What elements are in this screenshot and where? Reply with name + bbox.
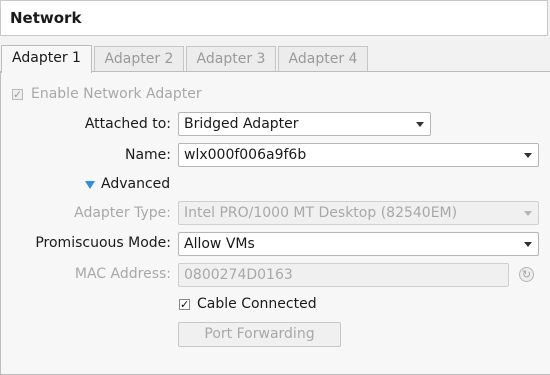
tab-label: Adapter 4 — [288, 51, 358, 67]
mac-address-label: MAC Address: — [74, 266, 171, 282]
port-forwarding-label: Port Forwarding — [204, 326, 315, 342]
adapter-tabs: Adapter 1 Adapter 2 Adapter 3 Adapter 4 — [0, 45, 550, 73]
adapter-panel: ✓ Enable Network Adapter Attached to: Br… — [0, 71, 550, 375]
refresh-icon[interactable]: ↻ — [519, 267, 534, 282]
section-title: Network — [10, 9, 82, 27]
tab-adapter-2[interactable]: Adapter 2 — [94, 46, 184, 72]
adapter-type-label: Adapter Type: — [74, 205, 171, 221]
chevron-down-icon — [524, 153, 532, 158]
attached-to-select[interactable]: Bridged Adapter — [178, 112, 431, 136]
chevron-down-icon — [524, 211, 532, 216]
section-header: Network — [0, 0, 548, 36]
mac-address-value: 0800274D0163 — [184, 267, 293, 283]
tab-label: Adapter 1 — [12, 50, 81, 66]
network-settings-page: Network Adapter 1 Adapter 2 Adapter 3 Ad… — [0, 0, 550, 375]
attached-to-label: Attached to: — [84, 116, 171, 132]
chevron-down-icon — [416, 122, 424, 127]
name-select[interactable]: wlx000f006a9f6b — [178, 143, 539, 167]
tab-label: Adapter 2 — [104, 51, 174, 67]
tab-adapter-4[interactable]: Adapter 4 — [278, 46, 368, 72]
enable-adapter-checkbox[interactable]: ✓ — [12, 89, 23, 100]
triangle-down-icon[interactable] — [85, 181, 95, 189]
promiscuous-mode-value: Allow VMs — [184, 236, 255, 252]
name-value: wlx000f006a9f6b — [184, 147, 307, 163]
tab-adapter-1[interactable]: Adapter 1 — [1, 45, 92, 73]
attached-to-value: Bridged Adapter — [184, 116, 299, 132]
promiscuous-mode-select[interactable]: Allow VMs — [178, 232, 539, 256]
name-label: Name: — [124, 147, 171, 163]
tab-adapter-3[interactable]: Adapter 3 — [186, 46, 276, 72]
tab-label: Adapter 3 — [196, 51, 266, 67]
cable-connected-label: Cable Connected — [197, 296, 317, 312]
enable-adapter-label: Enable Network Adapter — [31, 86, 202, 102]
port-forwarding-button[interactable]: Port Forwarding — [178, 322, 341, 347]
advanced-toggle-label[interactable]: Advanced — [101, 176, 170, 192]
cable-connected-checkbox[interactable]: ✓ — [179, 299, 190, 310]
promiscuous-mode-label: Promiscuous Mode: — [35, 235, 171, 251]
adapter-type-select[interactable]: Intel PRO/1000 MT Desktop (82540EM) — [178, 201, 539, 225]
chevron-down-icon — [524, 242, 532, 247]
mac-address-field[interactable]: 0800274D0163 — [178, 263, 509, 287]
adapter-type-value: Intel PRO/1000 MT Desktop (82540EM) — [184, 205, 458, 221]
